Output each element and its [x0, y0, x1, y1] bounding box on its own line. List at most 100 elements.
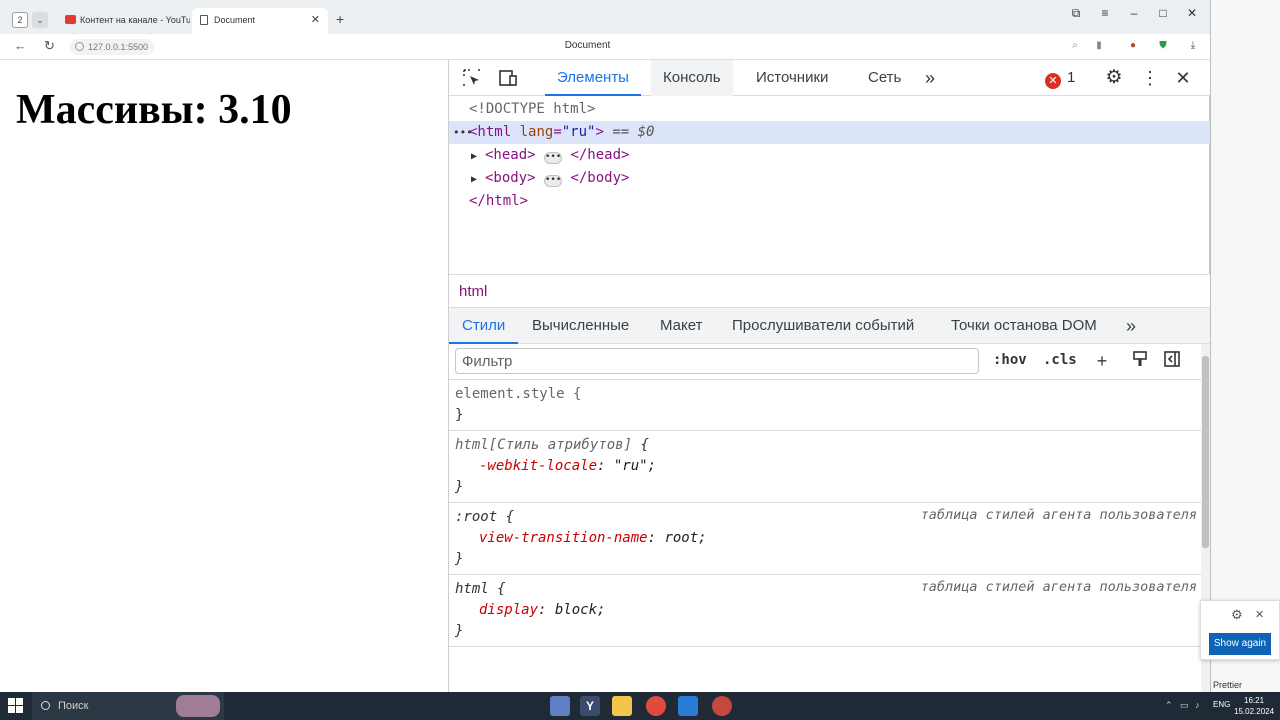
ellipsis-icon[interactable]: •••	[544, 152, 563, 164]
chrome-app-icon[interactable]	[646, 696, 666, 716]
tab-computed[interactable]: Вычисленные	[519, 308, 642, 344]
minimize-icon[interactable]: –	[1124, 6, 1144, 20]
tab-dom-breakpoints[interactable]: Точки останова DOM	[938, 308, 1110, 344]
page-viewport: Массивы: 3.10	[0, 60, 448, 692]
tab-network[interactable]: Сеть	[856, 60, 913, 96]
menu-icon[interactable]: ≡	[1095, 6, 1115, 20]
rule-value[interactable]: root;	[664, 530, 706, 546]
tab-styles[interactable]: Стили	[449, 308, 519, 344]
close-window-icon[interactable]: ✕	[1182, 6, 1202, 20]
scrollbar-thumb[interactable]	[1202, 356, 1209, 548]
download-icon[interactable]: ⤓	[1186, 39, 1200, 53]
notepad-app-icon[interactable]	[550, 696, 570, 716]
ellipsis-icon[interactable]: •••	[544, 175, 563, 187]
windows-start-icon[interactable]	[8, 698, 24, 714]
clock[interactable]: 16:21 15.02.2024	[1234, 695, 1274, 717]
back-icon[interactable]: ←	[14, 38, 27, 53]
expand-triangle-icon[interactable]: ▶	[471, 168, 485, 191]
tab-document[interactable]: Document ✕	[192, 8, 328, 34]
page-heading: Массивы: 3.10	[16, 87, 292, 133]
more-tabs-icon[interactable]: »	[919, 68, 941, 88]
rule-value[interactable]: block;	[555, 602, 606, 618]
language-indicator[interactable]: ENG	[1213, 700, 1230, 709]
reload-icon[interactable]: ↻	[44, 38, 55, 54]
rule-prop[interactable]: display	[479, 602, 538, 618]
vscode-app-icon[interactable]	[678, 696, 698, 716]
style-rule-attributes[interactable]: html[Стиль атрибутов] { -webkit-locale: …	[449, 431, 1201, 503]
rule-prop[interactable]: -webkit-locale	[479, 458, 597, 474]
file-explorer-app-icon[interactable]	[612, 696, 632, 716]
maximize-icon[interactable]: □	[1153, 6, 1173, 20]
shield-icon[interactable]: ⛊	[1156, 39, 1170, 53]
volume-icon[interactable]: ♪	[1195, 700, 1200, 710]
bookmark-tab-icon[interactable]: ⧉	[1066, 6, 1086, 21]
close-icon[interactable]: ✕	[1255, 608, 1264, 621]
tray-chevron-icon[interactable]: ⌃	[1165, 700, 1173, 711]
tab-event-listeners[interactable]: Прослушиватели событий	[719, 308, 927, 344]
toggle-sidebar-icon[interactable]	[1161, 350, 1183, 372]
breadcrumb-html[interactable]: html	[459, 283, 487, 300]
tab-youtube[interactable]: Контент на канале - YouTube	[58, 8, 190, 34]
style-rule-element[interactable]: element.style { }	[449, 380, 1201, 431]
head-close: </head>	[570, 147, 630, 163]
notification-popup: ⚙ ✕ Show again	[1200, 600, 1280, 660]
attr-value: "ru"	[561, 124, 596, 140]
tab-count-badge[interactable]: 2	[12, 12, 28, 28]
settings-gear-icon[interactable]: ⚙	[1103, 68, 1125, 88]
styles-subtabs: Стили Вычисленные Макет Прослушиватели с…	[449, 308, 1210, 344]
dom-tree: <!DOCTYPE html> •••<html lang="ru"> == $…	[449, 96, 1210, 274]
dom-node-head[interactable]: ▶ <head> ••• </head>	[449, 144, 1210, 167]
show-again-button[interactable]: Show again	[1209, 633, 1271, 655]
recorder-app-icon[interactable]	[712, 696, 732, 716]
node-menu-icon[interactable]: •••	[453, 121, 473, 144]
dom-node-html-close[interactable]: </html>	[449, 190, 1210, 213]
device-toolbar-icon[interactable]	[497, 68, 519, 88]
taskbar-search-label: Поиск	[58, 700, 89, 712]
expand-triangle-icon[interactable]: ▶	[471, 145, 485, 168]
filter-input[interactable]	[455, 348, 979, 374]
youtube-icon	[65, 15, 76, 24]
tab-console[interactable]: Консоль	[651, 60, 733, 96]
rule-close: }	[455, 623, 464, 639]
tab-layout[interactable]: Макет	[647, 308, 715, 344]
tab-sources[interactable]: Источники	[744, 60, 840, 96]
network-icon[interactable]: ▭	[1180, 700, 1189, 711]
dom-node-doctype[interactable]: <!DOCTYPE html>	[449, 98, 1210, 121]
rule-prop[interactable]: view-transition-name	[479, 530, 648, 546]
taskbar-image-icon	[176, 695, 220, 717]
inspect-element-icon[interactable]	[461, 68, 483, 88]
hover-state-button[interactable]: :hov	[993, 352, 1027, 368]
rule-selector: element.style {	[455, 386, 582, 402]
html-tag: <html	[469, 124, 512, 140]
error-counter[interactable]: ✕ 1	[1045, 69, 1075, 89]
close-tab-icon[interactable]: ✕	[311, 8, 320, 32]
search-icon[interactable]: ⌕	[1068, 39, 1082, 53]
prettier-status[interactable]: Prettier	[1213, 680, 1242, 690]
site-info-icon[interactable]	[75, 42, 84, 51]
clock-time: 16:21	[1244, 696, 1265, 705]
bookmark-icon[interactable]: ▮	[1092, 39, 1106, 53]
dom-node-html[interactable]: •••<html lang="ru"> == $0	[449, 121, 1210, 144]
style-rule-html[interactable]: таблица стилей агента пользователя html …	[449, 575, 1201, 647]
close-devtools-icon[interactable]: ✕	[1172, 68, 1194, 88]
new-tab-icon[interactable]: +	[336, 11, 344, 27]
url-field[interactable]: 127.0.0.1:5500	[70, 39, 155, 55]
body-close: </body>	[570, 170, 630, 186]
more-subtabs-icon[interactable]: »	[1113, 308, 1149, 344]
gear-icon[interactable]: ⚙	[1231, 607, 1243, 623]
dom-node-body[interactable]: ▶ <body> ••• </body>	[449, 167, 1210, 190]
add-rule-icon[interactable]: +	[1091, 350, 1113, 372]
rule-value[interactable]: "ru";	[614, 458, 656, 474]
yandex-browser-app-icon[interactable]: Y	[580, 696, 600, 716]
class-button[interactable]: .cls	[1043, 352, 1077, 368]
more-options-icon[interactable]: ⋮	[1139, 68, 1161, 88]
background-window	[1210, 0, 1280, 692]
attr-name: lang	[519, 124, 554, 140]
extension-icon[interactable]: ●	[1126, 39, 1140, 53]
tab-elements[interactable]: Элементы	[545, 60, 641, 96]
page-title: Document	[564, 40, 611, 51]
tab-list-chevron-icon[interactable]: ⌄	[32, 12, 48, 28]
style-rule-root[interactable]: таблица стилей агента пользователя :root…	[449, 503, 1201, 575]
paint-brush-icon[interactable]	[1129, 350, 1151, 372]
rule-close: }	[455, 551, 464, 567]
